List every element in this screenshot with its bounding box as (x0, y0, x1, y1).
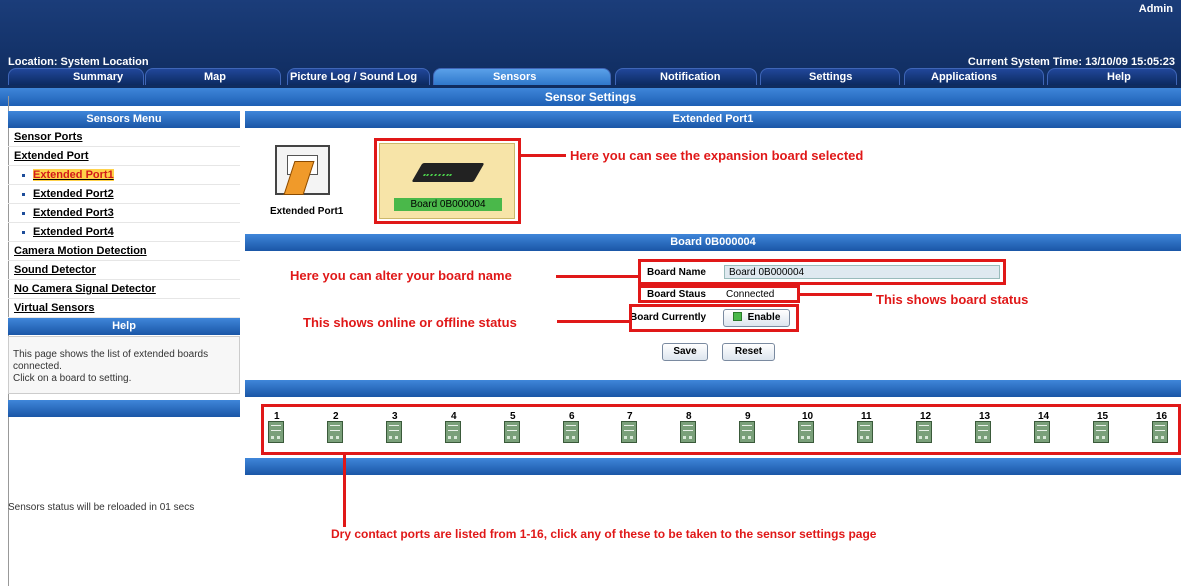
sidebar-item-sound-detector[interactable]: Sound Detector (8, 261, 240, 280)
reset-button[interactable]: Reset (722, 343, 775, 361)
annotation-alter-name: Here you can alter your board name (290, 268, 512, 283)
help-title: Help (8, 318, 240, 335)
tab-label: Applications (931, 71, 998, 83)
tab-sensors[interactable]: Sensors (433, 68, 611, 85)
ports-header-bar (245, 380, 1181, 397)
tab-map[interactable]: Map (145, 68, 281, 85)
system-time: Current System Time: 13/10/09 15:05:23 (967, 56, 1175, 68)
tab-label: Settings (809, 71, 853, 83)
annotation-line (557, 320, 629, 323)
tab-summary[interactable]: Summary (8, 68, 144, 85)
sidebar-item-label: Extended Port (14, 150, 89, 162)
sidebar-item-label: Camera Motion Detection (14, 245, 147, 257)
admin-label[interactable]: Admin (1139, 3, 1173, 15)
sidebar-item-label: Extended Port3 (33, 207, 114, 219)
annotation-box-status (638, 285, 800, 303)
annotation-box-online (629, 304, 799, 332)
tab-label: Summary (73, 71, 124, 83)
tab-label: Notification (660, 71, 721, 83)
sidebar-item-virtual-sensors[interactable]: Virtual Sensors (8, 299, 240, 318)
location-label: Location: System Location (8, 56, 149, 68)
tab-label: Help (1107, 71, 1131, 83)
sidebar-item-extended-port2[interactable]: Extended Port2 (8, 185, 240, 204)
tab-help[interactable]: Help (1047, 68, 1177, 85)
sidebar-item-label: Virtual Sensors (14, 302, 95, 314)
tab-settings[interactable]: Settings (760, 68, 900, 85)
sidebar-item-extended-port4[interactable]: Extended Port4 (8, 223, 240, 242)
annotation-expansion: Here you can see the expansion board sel… (570, 148, 864, 163)
help-text-box: This page shows the list of extended boa… (8, 336, 240, 394)
bullet-icon (22, 230, 25, 234)
annotation-online: This shows online or offline status (303, 315, 517, 330)
reload-status: Sensors status will be reloaded in 01 se… (8, 502, 195, 513)
sidebar-item-label: Sound Detector (14, 264, 96, 276)
tab-picture-log[interactable]: Picture Log / Sound Log (287, 68, 430, 85)
sidebar-item-no-camera-signal[interactable]: No Camera Signal Detector (8, 280, 240, 299)
save-button[interactable]: Save (662, 343, 708, 361)
annotation-box-board (374, 138, 521, 224)
sidebar-item-label: Sensor Ports (14, 131, 83, 143)
bullet-icon (22, 192, 25, 196)
annotation-line (800, 293, 872, 296)
sidebar-item-sensor-ports[interactable]: Sensor Ports (8, 128, 240, 147)
sidebar-item-extended-port3[interactable]: Extended Port3 (8, 204, 240, 223)
sensors-menu: Sensor Ports Extended Port Extended Port… (8, 128, 240, 318)
page-title: Sensor Settings (0, 88, 1181, 106)
annotation-dry-contact: Dry contact ports are listed from 1-16, … (331, 527, 877, 541)
sidebar-item-extended-port1[interactable]: Extended Port1 (8, 166, 240, 185)
port-label: Extended Port1 (270, 206, 344, 217)
tab-label: Picture Log / Sound Log (290, 71, 418, 83)
tab-notification[interactable]: Notification (615, 68, 757, 85)
sidebar-divider-bar (8, 400, 240, 417)
sidebar-item-label: Extended Port2 (33, 188, 114, 200)
help-line: Click on a board to setting. (13, 373, 132, 384)
sidebar-item-label: Extended Port4 (33, 226, 114, 238)
annotation-line (343, 455, 346, 527)
annotation-box-name (638, 259, 1006, 285)
annotation-line (521, 154, 566, 157)
main-tabs: Summary Map Picture Log / Sound Log Sens… (0, 68, 1181, 85)
board-section-title: Board 0B000004 (245, 234, 1181, 251)
help-line: This page shows the list of extended boa… (13, 349, 209, 372)
tab-label: Sensors (493, 71, 537, 83)
annotation-box-ports (261, 404, 1181, 455)
ports-footer-bar (245, 458, 1181, 475)
section-title: Extended Port1 (245, 111, 1181, 128)
bullet-icon (22, 173, 25, 177)
annotation-status: This shows board status (876, 292, 1029, 307)
sidebar-item-label: Extended Port1 (33, 169, 114, 181)
top-header: Admin Location: System Location Current … (0, 0, 1181, 96)
tab-label: Map (204, 71, 226, 83)
sidebar-item-label: No Camera Signal Detector (14, 283, 156, 295)
annotation-line (556, 275, 638, 278)
sidebar-item-camera-motion[interactable]: Camera Motion Detection (8, 242, 240, 261)
tab-applications[interactable]: Applications (904, 68, 1044, 85)
sidebar-title: Sensors Menu (8, 111, 240, 128)
bullet-icon (22, 211, 25, 215)
extended-port-icon[interactable] (275, 145, 330, 195)
sidebar-item-extended-port[interactable]: Extended Port (8, 147, 240, 166)
